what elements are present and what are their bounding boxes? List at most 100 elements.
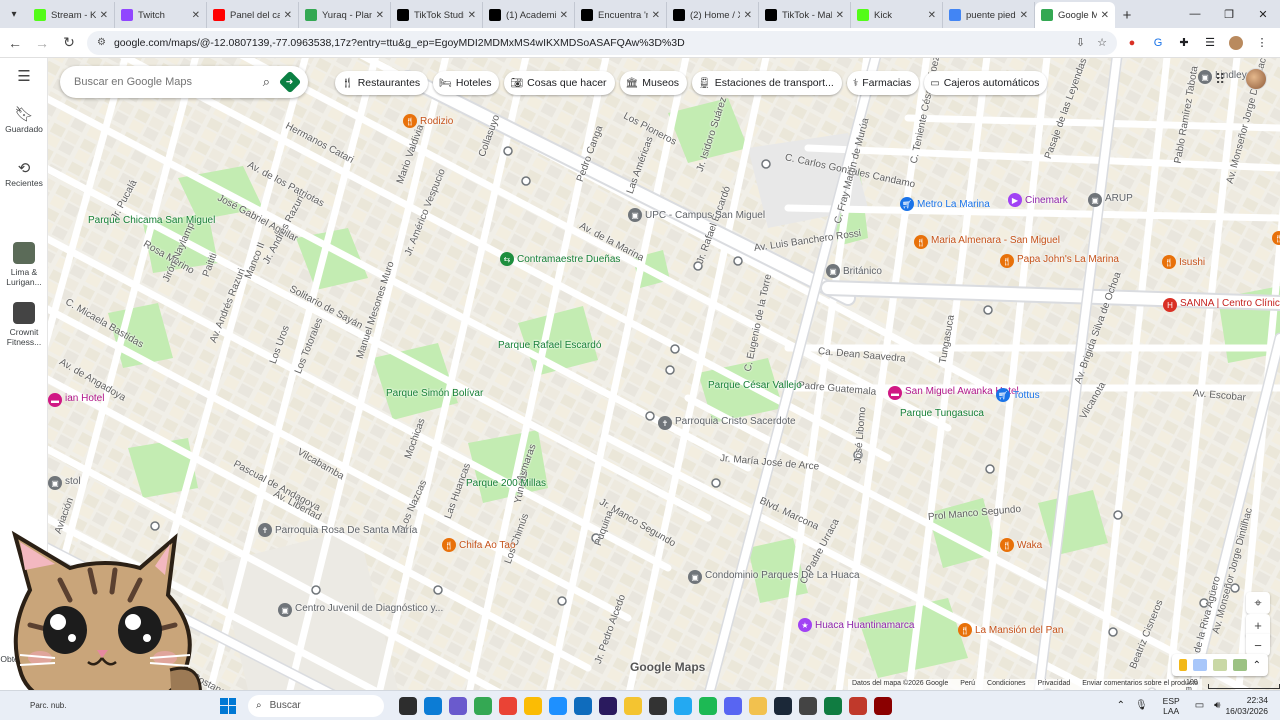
steam-icon[interactable] [774, 696, 792, 715]
game-icon[interactable] [874, 696, 892, 715]
poi-office[interactable]: ▣ Centro Juvenil de Diagnóstico y... [278, 603, 443, 617]
expand-up-icon[interactable]: ⌃ [1253, 660, 1261, 671]
extension-icon[interactable]: ● [1121, 32, 1143, 54]
close-tab-icon[interactable]: ✕ [1020, 10, 1028, 21]
zoom-out-button[interactable]: − [1246, 634, 1270, 656]
recent-item-lima[interactable]: Lima & Lurigan... [0, 242, 48, 287]
chip-4[interactable]: 🚆︎ Estaciones de transport... [692, 71, 842, 95]
tab-11[interactable]: Google Maps ✕ [1035, 2, 1115, 28]
volume-icon[interactable]: 🔊︎ [1214, 700, 1220, 711]
microphone-icon[interactable]: 🎙︎ [1135, 700, 1148, 711]
forward-button[interactable]: → [30, 31, 54, 55]
network-icon[interactable]: ▭ [1195, 700, 1204, 711]
discord-icon[interactable] [724, 696, 742, 715]
poi-transit[interactable]: ⇆ Contramaestre Dueñas [500, 252, 620, 266]
tab-10[interactable]: puente piedi ✕ [943, 2, 1035, 28]
saved-button[interactable]: 🔖︎ Guardado [0, 107, 48, 134]
close-tab-icon[interactable]: ✕ [652, 10, 660, 21]
files-icon[interactable] [749, 696, 767, 715]
install-app-icon[interactable]: ⇩ [1076, 36, 1085, 49]
poi-hotel[interactable]: ▬ ian Hotel [48, 393, 148, 407]
google-apps-icon[interactable]: ⠿ [1215, 71, 1233, 89]
directions-icon[interactable]: ➜ [278, 70, 302, 94]
taskbar-search[interactable]: ⌕ Buscar [248, 694, 384, 717]
search-input[interactable] [74, 76, 255, 88]
chip-2[interactable]: 📷︎ Cosas que hacer [504, 71, 615, 95]
poi-park[interactable]: Parque Simón Bolívar [386, 388, 486, 399]
excel-icon[interactable] [824, 696, 842, 715]
attribution-link[interactable]: Condiciones [987, 680, 1026, 689]
language-indicator[interactable]: ESP LAA [1163, 696, 1180, 716]
tab-4[interactable]: TikTok Studio ✕ [391, 2, 483, 28]
poi-office[interactable]: ▣ stol [48, 476, 148, 490]
new-tab-button[interactable]: + [1115, 2, 1139, 28]
chip-1[interactable]: 🛏︎ Hoteles [433, 71, 500, 95]
poi-office[interactable]: ▣ ARUP [1088, 193, 1188, 207]
chip-3[interactable]: 🏛︎ Museos [619, 71, 688, 95]
close-tab-icon[interactable]: ✕ [100, 10, 108, 21]
spotify-icon[interactable] [699, 696, 717, 715]
close-tab-icon[interactable]: ✕ [836, 10, 844, 21]
close-window-button[interactable]: ✕ [1246, 0, 1280, 28]
poi-restaurant[interactable]: 🍴︎ La Mansión del Pan [958, 623, 1063, 637]
clock[interactable]: 22:34 16/03/2026 [1225, 695, 1268, 717]
poi-park[interactable]: Parque Rafael Escardó [498, 340, 601, 351]
pegman-icon[interactable] [1178, 659, 1187, 671]
poi-cinema[interactable]: ▶ Cinemark [1008, 193, 1068, 207]
close-tab-icon[interactable]: ✕ [376, 10, 384, 21]
my-location-button[interactable]: ⌖ [1246, 592, 1270, 614]
chip-6[interactable]: ▭ Cajeros automáticos [924, 71, 1048, 95]
edge-icon[interactable] [424, 696, 442, 715]
attribution-link[interactable]: Perú [960, 680, 975, 689]
weather-widget[interactable]: Parc. nub. [0, 701, 80, 710]
tab-9[interactable]: Kick ✕ [851, 2, 943, 28]
profile-icon[interactable] [1225, 32, 1247, 54]
chrome-icon[interactable] [474, 696, 492, 715]
chip-5[interactable]: ⚕ Farmacias [846, 71, 920, 95]
poi-restaurant[interactable]: 🍴︎ Maria Almenara - San Miguel [914, 235, 1060, 249]
poi-church[interactable]: ✝ Parroquia Cristo Sacerdote [658, 416, 796, 430]
poi-store[interactable]: 🛒︎ Tottus [996, 388, 1040, 402]
poi-school[interactable]: ▣ Británico [826, 264, 882, 278]
premiere-icon[interactable] [599, 696, 617, 715]
reading-list-icon[interactable]: ☰ [1199, 32, 1221, 54]
poi-hotel[interactable]: ▬ San Miguel Awanka Hotel [888, 386, 1019, 400]
poi-restaurant[interactable]: 🍴︎ Papa John's La Marina [1000, 254, 1119, 268]
minimize-button[interactable]: — [1178, 0, 1212, 28]
copilot-icon[interactable] [449, 696, 467, 715]
outlook-icon[interactable] [574, 696, 592, 715]
poi-restaurant[interactable]: 🍴︎ Rodizio [403, 114, 453, 128]
edge-icon[interactable] [549, 696, 567, 715]
poi-attraction[interactable]: ★ Huaca Huantinamarca [798, 618, 915, 632]
chrome-icon[interactable] [499, 696, 517, 715]
poi-restaurant[interactable]: 🍴︎McDona [1272, 231, 1280, 245]
close-tab-icon[interactable]: ✕ [744, 10, 752, 21]
obs-icon[interactable] [649, 696, 667, 715]
chevron-up-icon[interactable]: ⌃ [1117, 700, 1125, 711]
tab-search-button[interactable]: ▾ [0, 0, 28, 28]
poi-restaurant[interactable]: 🍴︎ Chifa Ao Tao [442, 538, 516, 552]
poi-restaurant[interactable]: 🍴︎ Isushi [1162, 255, 1205, 269]
close-tab-icon[interactable]: ✕ [560, 10, 568, 21]
reload-button[interactable]: ↻ [57, 31, 81, 55]
headset-icon[interactable] [799, 696, 817, 715]
tab-3[interactable]: Yuraq - Plan ✕ [299, 2, 391, 28]
layer-thumb-icon[interactable] [1232, 659, 1247, 671]
layers-bar[interactable]: ⌃ [1172, 654, 1268, 676]
tab-2[interactable]: Panel del can ✕ [207, 2, 299, 28]
zoom-in-button[interactable]: + [1246, 614, 1270, 636]
tab-8[interactable]: TikTok - Mak ✕ [759, 2, 851, 28]
valorant-icon[interactable] [849, 696, 867, 715]
poi-park[interactable]: Parque 200 Millas [466, 478, 566, 489]
explorer-icon[interactable] [399, 696, 417, 715]
poi-park[interactable]: Parque Tungasuca [900, 408, 1000, 419]
translate-icon[interactable]: G [1147, 32, 1169, 54]
poi-restaurant[interactable]: 🍴︎ Waka [1000, 538, 1042, 552]
poi-school[interactable]: ▣ UPC - Campus San Miguel [628, 208, 765, 222]
close-tab-icon[interactable]: ✕ [192, 10, 200, 21]
close-tab-icon[interactable]: ✕ [468, 10, 476, 21]
tab-7[interactable]: (2) Home / X ✕ [667, 2, 759, 28]
tab-5[interactable]: (1) Academi ✕ [483, 2, 575, 28]
poi-park[interactable]: Parque César Vallejo [708, 380, 808, 391]
menu-button[interactable]: ☰ [0, 69, 48, 86]
